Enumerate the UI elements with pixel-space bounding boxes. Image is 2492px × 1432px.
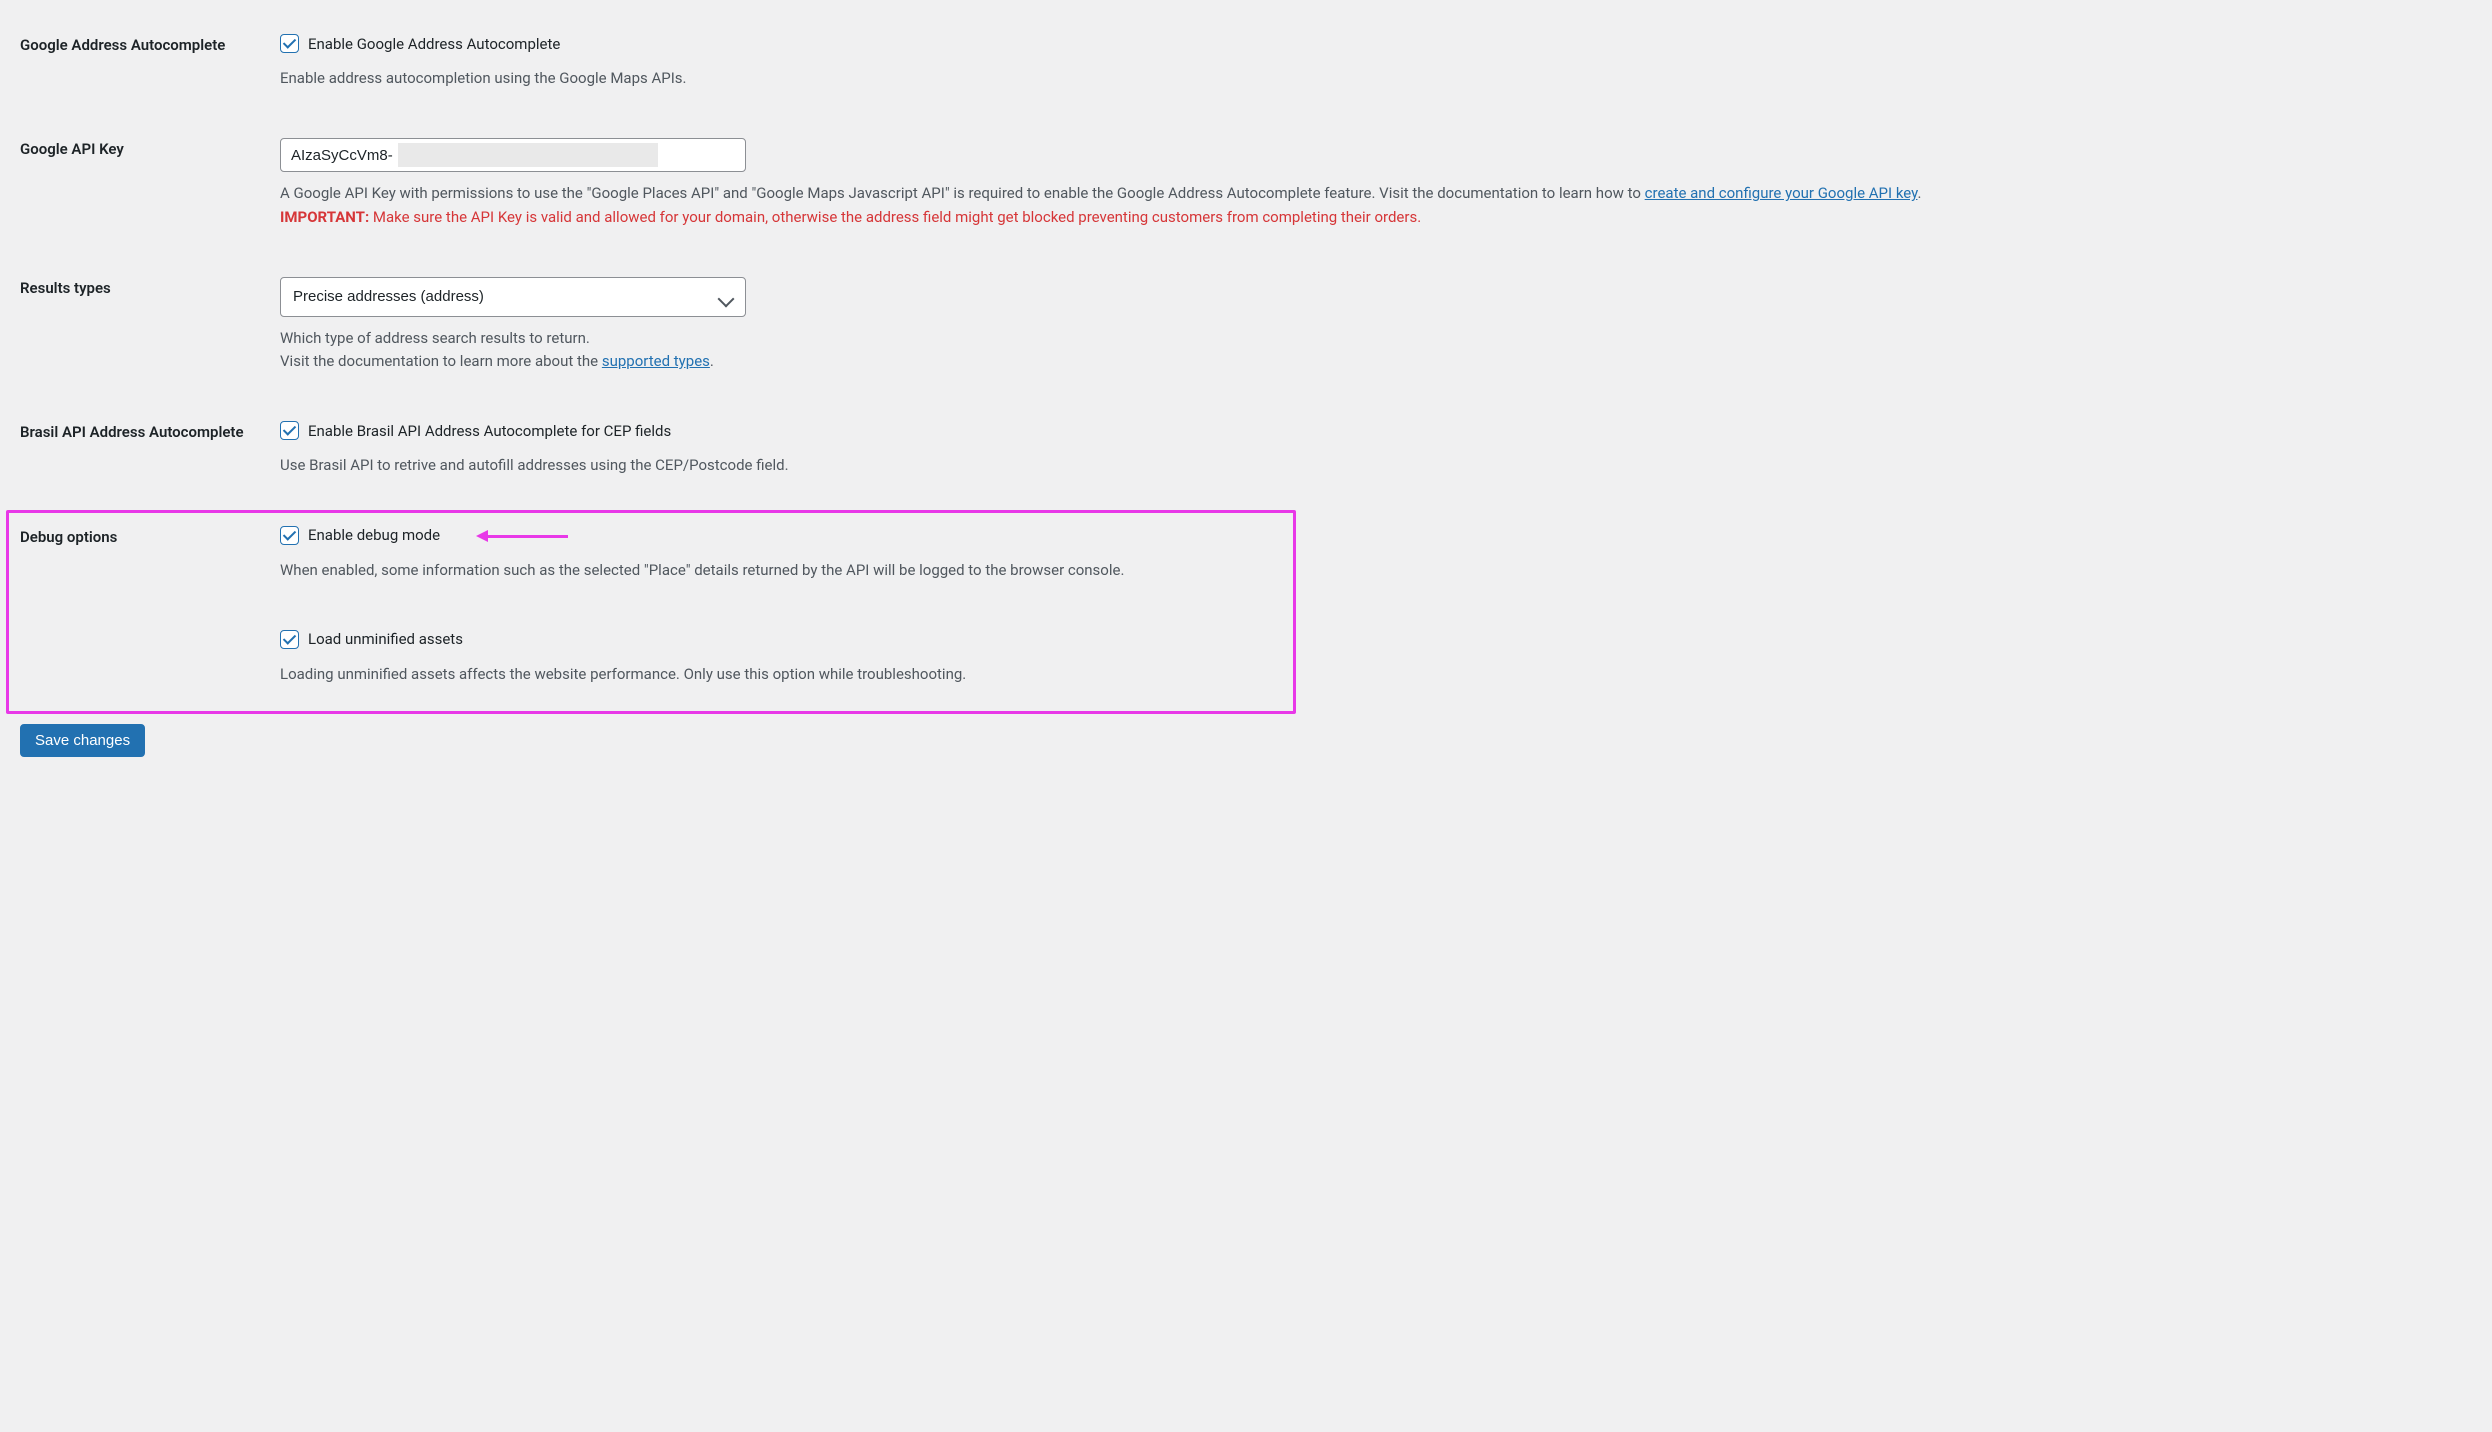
google-autocomplete-checkbox[interactable] xyxy=(280,34,299,53)
google-api-key-doc-link[interactable]: create and configure your Google API key xyxy=(1645,184,1918,202)
google-api-key-description: A Google API Key with permissions to use… xyxy=(280,182,2462,229)
field-label-debug-options: Debug options xyxy=(20,520,280,624)
settings-form-container: Google Address Autocomplete Enable Googl… xyxy=(20,28,2472,757)
google-autocomplete-description: Enable address autocompletion using the … xyxy=(280,67,2462,90)
brasil-api-checkbox-label[interactable]: Enable Brasil API Address Autocomplete f… xyxy=(280,421,671,440)
debug-mode-description: When enabled, some information such as t… xyxy=(280,559,2462,582)
field-label-google-autocomplete: Google Address Autocomplete xyxy=(20,28,280,132)
unminified-description: Loading unminified assets affects the we… xyxy=(280,663,2462,686)
results-types-doc-link[interactable]: supported types xyxy=(602,352,710,370)
unminified-checkbox[interactable] xyxy=(280,630,299,649)
field-label-empty xyxy=(20,624,280,706)
brasil-api-description: Use Brasil API to retrive and autofill a… xyxy=(280,454,2462,477)
debug-mode-checkbox-label[interactable]: Enable debug mode xyxy=(280,526,440,545)
unminified-checkbox-label[interactable]: Load unminified assets xyxy=(280,630,463,649)
field-label-google-api-key: Google API Key xyxy=(20,132,280,271)
google-autocomplete-checkbox-text: Enable Google Address Autocomplete xyxy=(308,35,560,53)
google-api-key-important: IMPORTANT: Make sure the API Key is vali… xyxy=(280,208,1421,226)
debug-mode-checkbox-text: Enable debug mode xyxy=(308,526,440,544)
brasil-api-checkbox-text: Enable Brasil API Address Autocomplete f… xyxy=(308,422,671,440)
field-label-brasil-api: Brasil API Address Autocomplete xyxy=(20,415,280,519)
field-label-results-types: Results types xyxy=(20,271,280,416)
debug-mode-checkbox[interactable] xyxy=(280,526,299,545)
settings-table: Google Address Autocomplete Enable Googl… xyxy=(20,28,2472,706)
google-api-key-input[interactable] xyxy=(280,138,746,172)
google-autocomplete-checkbox-label[interactable]: Enable Google Address Autocomplete xyxy=(280,34,560,53)
save-changes-button[interactable]: Save changes xyxy=(20,724,145,757)
brasil-api-checkbox[interactable] xyxy=(280,421,299,440)
results-types-select[interactable]: Precise addresses (address) xyxy=(280,277,746,317)
unminified-checkbox-text: Load unminified assets xyxy=(308,630,463,648)
results-types-description: Which type of address search results to … xyxy=(280,327,2462,374)
